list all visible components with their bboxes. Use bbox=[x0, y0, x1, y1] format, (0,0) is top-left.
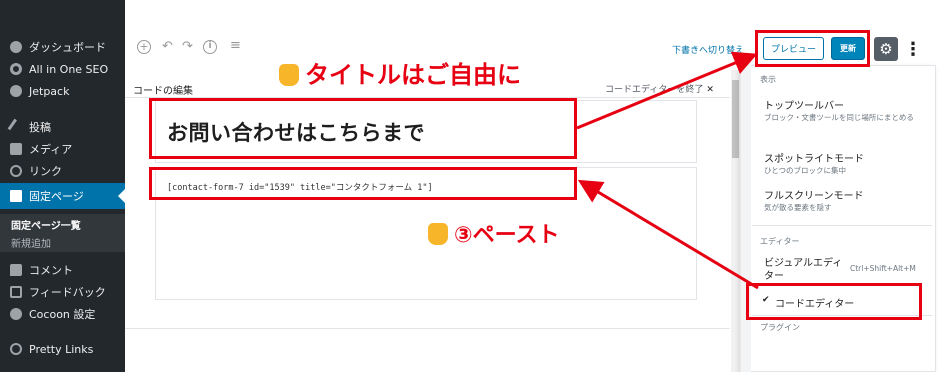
cocoon-icon bbox=[10, 308, 22, 320]
menu-left-strip bbox=[741, 65, 751, 372]
info-icon[interactable]: i bbox=[203, 40, 217, 54]
annotation-paste-text: ③ペースト bbox=[454, 223, 560, 248]
list-view-icon[interactable]: ≡ bbox=[230, 38, 241, 53]
page-icon bbox=[10, 190, 22, 202]
feedback-icon bbox=[10, 286, 22, 298]
admin-sidebar: ダッシュボード All in One SEO Jetpack 投稿 メディア リ… bbox=[0, 0, 125, 372]
annotation-box-buttons bbox=[755, 30, 870, 67]
sidebar-sub-add-new[interactable]: 新規追加 bbox=[0, 232, 125, 252]
annotation-box-code-editor bbox=[746, 283, 922, 320]
pointing-hand-icon bbox=[428, 223, 448, 245]
jetpack-icon bbox=[10, 85, 22, 97]
sidebar-item-pages[interactable]: 固定ページ bbox=[0, 183, 125, 209]
link-icon bbox=[7, 340, 25, 358]
gear-icon bbox=[10, 63, 22, 75]
footer-divider bbox=[125, 328, 730, 329]
exit-code-editor-button[interactable]: コードエディターを終了 ✕ bbox=[605, 82, 714, 95]
sidebar-item-label: ダッシュボード bbox=[29, 41, 106, 54]
sidebar-item-label: Jetpack bbox=[29, 84, 70, 98]
link-icon bbox=[7, 162, 25, 180]
sidebar-item-label: Cocoon 設定 bbox=[29, 308, 96, 321]
menu-separator bbox=[752, 225, 932, 226]
menu-item-fullscreen[interactable]: フルスクリーンモード bbox=[764, 187, 864, 202]
more-options-button[interactable]: ⋮ bbox=[903, 35, 923, 63]
sidebar-item-label: 投稿 bbox=[29, 121, 51, 134]
pointing-hand-icon bbox=[279, 64, 299, 86]
sidebar-item-label: Pretty Links bbox=[29, 342, 94, 356]
annotation-paste-hint: ③ペースト bbox=[428, 217, 560, 249]
annotation-title-hint: タイトルはご自由に bbox=[279, 55, 521, 90]
dashboard-icon bbox=[10, 41, 22, 53]
pin-icon bbox=[7, 118, 25, 136]
undo-icon[interactable]: ↶ bbox=[162, 39, 173, 54]
sidebar-item-label: メディア bbox=[29, 143, 73, 156]
media-icon bbox=[10, 143, 22, 155]
menu-item-spotlight[interactable]: スポットライトモード bbox=[764, 150, 864, 165]
sidebar-item-label: コメント bbox=[29, 264, 73, 277]
add-block-icon[interactable]: + bbox=[137, 40, 151, 54]
exit-code-editor-label: コードエディターを終了 bbox=[605, 85, 704, 95]
scrollbar-thumb[interactable] bbox=[732, 80, 739, 158]
menu-item-visual-editor[interactable]: ビジュアルエディター bbox=[764, 257, 844, 283]
visual-editor-shortcut: Ctrl+Shift+Alt+M bbox=[850, 264, 916, 273]
sidebar-item-label: フィードバック bbox=[29, 286, 106, 299]
menu-help-top-toolbar: ブロック・文書ツールを同じ場所にまとめる bbox=[764, 113, 914, 122]
sidebar-item-pretty-links[interactable]: Pretty Links bbox=[0, 336, 125, 362]
close-icon: ✕ bbox=[706, 85, 714, 95]
menu-item-top-toolbar[interactable]: トップツールバー bbox=[764, 97, 844, 112]
sidebar-item-label: 固定ページ bbox=[29, 190, 84, 203]
sidebar-item-label: リンク bbox=[29, 165, 62, 178]
settings-button[interactable]: ⚙ bbox=[874, 37, 898, 61]
sidebar-item-label: All in One SEO bbox=[29, 62, 109, 76]
menu-help-spotlight: ひとつのブロックに集中 bbox=[764, 166, 846, 175]
menu-group-view: 表示 bbox=[760, 75, 776, 84]
sidebar-item-jetpack[interactable]: Jetpack bbox=[0, 78, 125, 104]
code-editor-heading: コードの編集 bbox=[133, 86, 193, 97]
menu-group-editor: エディター bbox=[760, 237, 800, 246]
sidebar-item-links[interactable]: リンク bbox=[0, 158, 125, 184]
menu-help-fullscreen: 気が散る要素を隠す bbox=[764, 203, 832, 212]
sidebar-item-cocoon[interactable]: Cocoon 設定 bbox=[0, 301, 125, 327]
gear-icon: ⚙ bbox=[879, 40, 893, 58]
annotation-box-title bbox=[149, 98, 577, 159]
annotation-box-content bbox=[149, 167, 577, 200]
annotation-title-text: タイトルはご自由に bbox=[305, 61, 521, 89]
redo-icon[interactable]: ↷ bbox=[182, 39, 193, 54]
sidebar-sub-all-pages[interactable]: 固定ページ一覧 bbox=[0, 214, 125, 234]
menu-group-plugins: プラグイン bbox=[760, 323, 800, 332]
more-vertical-icon: ⋮ bbox=[904, 38, 922, 60]
comment-icon bbox=[10, 264, 22, 276]
